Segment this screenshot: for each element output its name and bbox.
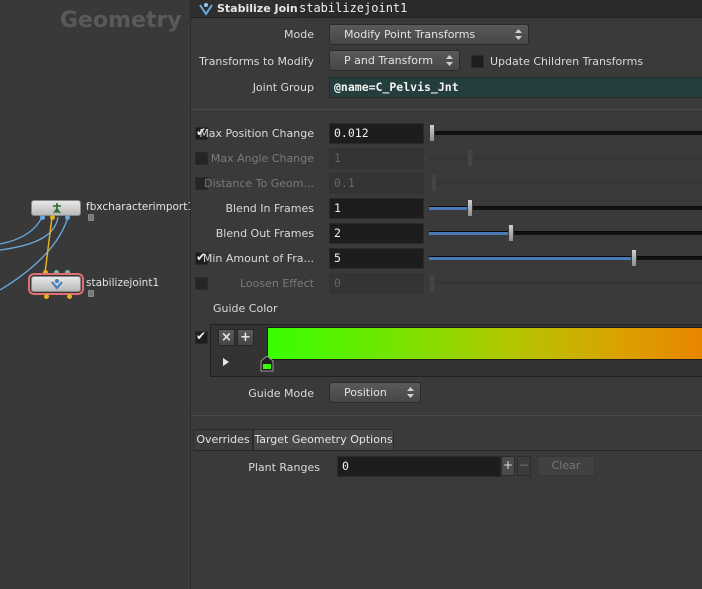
output-port[interactable] [40, 215, 45, 220]
guide-color-label: Guide Color [213, 302, 278, 315]
slider-fill [429, 232, 510, 235]
mode-label: Mode [284, 28, 314, 41]
output-port[interactable] [44, 294, 49, 299]
plant-ranges-field[interactable]: 0 [337, 456, 501, 477]
stabilize-joint-icon [51, 279, 63, 290]
slider-handle[interactable] [429, 274, 435, 292]
menu-arrows-icon [407, 387, 414, 398]
min-amount-slider[interactable] [429, 249, 702, 267]
network-wires [0, 216, 69, 291]
slider-handle[interactable] [431, 174, 437, 192]
max-position-field[interactable]: 0.012 [329, 123, 424, 144]
network-editor[interactable]: Geometry fbxcharacterimport1 stabilizejo… [0, 0, 190, 589]
guide-mode-value: Position [344, 386, 387, 399]
distance-slider[interactable] [429, 174, 702, 192]
expand-triangle-icon[interactable] [223, 358, 230, 366]
max-angle-label: Max Angle Change [210, 152, 314, 165]
min-amount-field[interactable]: 5 [329, 248, 424, 269]
output-port[interactable] [65, 215, 70, 220]
max-position-slider[interactable] [429, 124, 702, 142]
blend-in-slider[interactable] [429, 199, 702, 217]
fbx-icon [53, 203, 61, 214]
transforms-menu[interactable]: P and Transform [329, 50, 460, 71]
node-fbxcharacterimport[interactable] [31, 200, 81, 216]
slider-handle[interactable] [508, 224, 514, 242]
slider-handle[interactable] [631, 249, 637, 267]
separator [191, 109, 702, 110]
lock-icon[interactable] [88, 214, 94, 221]
node-type-label: Stabilize Joint [217, 2, 303, 15]
plant-ranges-label: Plant Ranges [248, 461, 320, 474]
slider-fill [429, 257, 635, 260]
tab-target-geometry-options[interactable]: Target Geometry Options [253, 429, 394, 450]
transforms-label: Transforms to Modify [199, 55, 314, 68]
mode-value: Modify Point Transforms [344, 28, 476, 41]
update-children-label: Update Children Transforms [490, 55, 644, 68]
node-stabilizejoint[interactable] [28, 273, 84, 295]
node-label: fbxcharacterimport1 [86, 201, 190, 213]
lock-icon[interactable] [88, 290, 94, 297]
ramp-key-handle[interactable] [260, 356, 274, 372]
joint-group-field[interactable]: @name=C_Pelvis_Jnt [329, 77, 702, 98]
slider-fill [429, 207, 469, 210]
node-label: stabilizejoint1 [86, 277, 160, 289]
guide-color-checkbox[interactable] [195, 329, 208, 344]
mode-menu[interactable]: Modify Point Transforms [329, 24, 529, 45]
max-angle-slider[interactable] [429, 149, 702, 167]
joint-group-label: Joint Group [252, 81, 314, 94]
slider-handle[interactable] [467, 199, 473, 217]
output-port[interactable] [50, 215, 55, 220]
separator [191, 415, 702, 416]
transforms-value: P and Transform [344, 54, 434, 67]
blend-in-label: Blend In Frames [225, 202, 314, 215]
blend-out-field[interactable]: 2 [329, 223, 424, 244]
plant-ranges-clear-button[interactable]: Clear [537, 456, 595, 476]
plant-ranges-remove-button[interactable]: − [517, 456, 531, 476]
loosen-slider[interactable] [429, 274, 702, 292]
menu-arrows-icon [515, 29, 522, 40]
slider-handle[interactable] [467, 149, 473, 167]
blend-out-label: Blend Out Frames [215, 227, 314, 240]
guide-mode-menu[interactable]: Position [329, 382, 421, 403]
loosen-label: Loosen Effect [239, 277, 314, 290]
slider-handle[interactable] [429, 124, 435, 142]
min-amount-label: Min Amount of Fra... [202, 252, 314, 265]
parameter-header: Stabilize Joint stabilizejoint1 [191, 0, 702, 18]
color-ramp-bar[interactable] [267, 327, 702, 360]
stabilize-joint-icon [199, 3, 213, 16]
distance-label: Distance To Geom... [204, 177, 314, 190]
blend-in-field[interactable]: 1 [329, 198, 424, 219]
output-port[interactable] [67, 294, 72, 299]
update-children-checkbox[interactable] [471, 55, 484, 68]
tab-overrides[interactable]: Overrides [193, 429, 253, 450]
node-name-field[interactable]: stabilizejoint1 [297, 0, 702, 17]
loosen-field[interactable]: 0 [329, 273, 424, 294]
parameter-pane: Stabilize Joint stabilizejoint1 Mode Mod… [190, 0, 702, 589]
max-position-label: Max Position Change [199, 127, 314, 140]
max-angle-field[interactable]: 1 [329, 148, 424, 169]
plant-ranges-add-button[interactable]: + [501, 456, 515, 476]
menu-arrows-icon [446, 55, 453, 66]
input-port[interactable] [65, 270, 70, 275]
input-port[interactable] [54, 270, 59, 275]
input-port[interactable] [43, 270, 48, 275]
guide-mode-label: Guide Mode [248, 387, 314, 400]
blend-out-slider[interactable] [429, 224, 702, 242]
ramp-remove-key-button[interactable]: × [218, 329, 235, 346]
distance-field[interactable]: 0.1 [329, 173, 424, 194]
ramp-add-key-button[interactable]: + [237, 329, 254, 346]
